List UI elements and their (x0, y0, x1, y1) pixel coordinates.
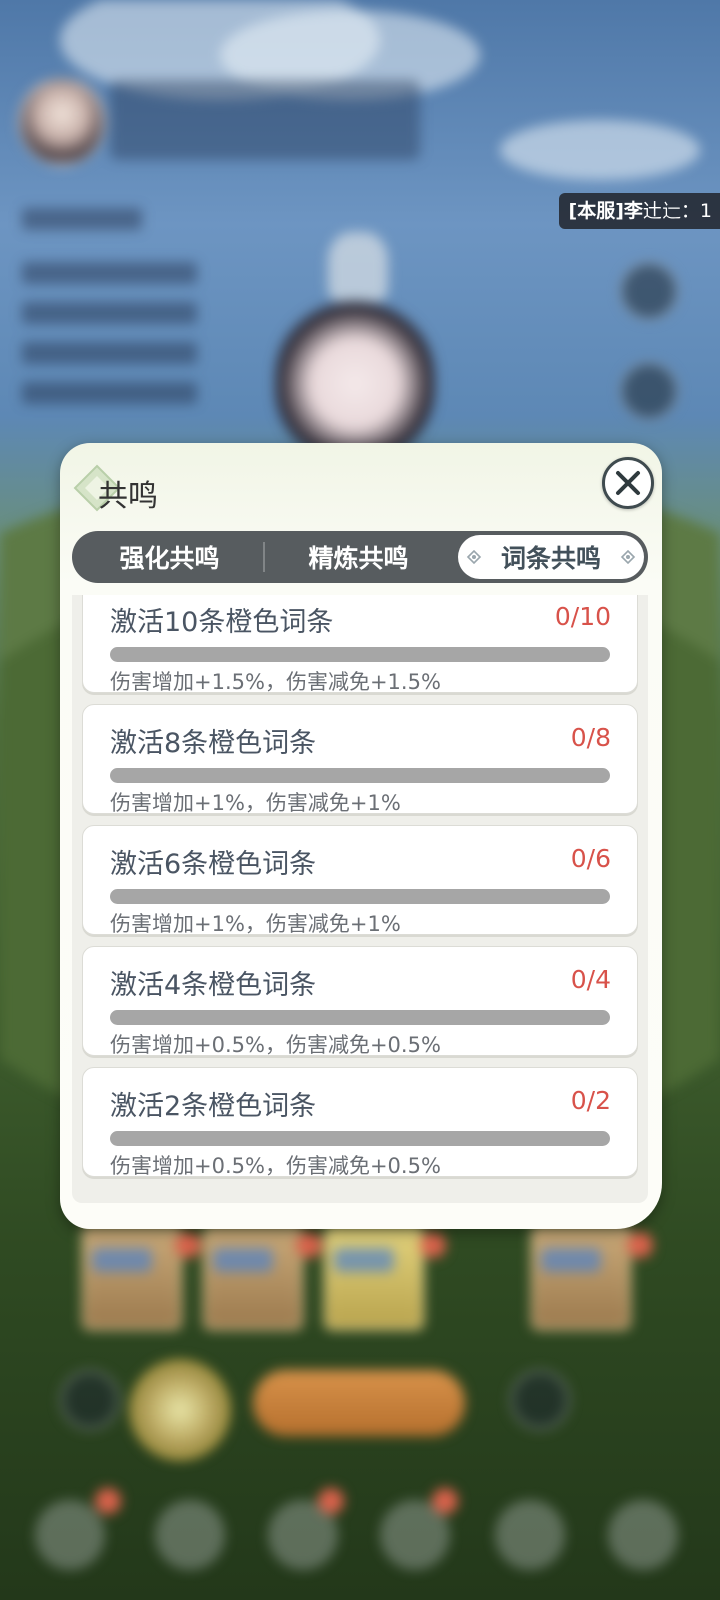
item-count: 0/6 (570, 844, 611, 873)
tab-refine-resonance[interactable]: 精炼共鸣 (265, 535, 452, 579)
item-effect: 伤害增加+1%，伤害减免+1% (110, 912, 401, 936)
list-item: 激活8条橙色词条 0/8 伤害增加+1%，伤害减免+1% (82, 704, 638, 815)
resonance-dialog: 共鸣 强化共鸣 精炼共鸣 词条共鸣 激活10条橙色词条 0/10 伤害增加+1.… (60, 443, 662, 1229)
progress-bar (110, 1131, 610, 1146)
list-item: 激活6条橙色词条 0/6 伤害增加+1%，伤害减免+1% (82, 825, 638, 936)
progress-bar (110, 889, 610, 904)
tab-label: 精炼共鸣 (308, 544, 409, 573)
close-icon (616, 471, 640, 495)
item-title: 激活2条橙色词条 (110, 1091, 317, 1122)
chat-channel-prefix: [本服]李 (568, 200, 643, 222)
progress-bar (110, 647, 610, 662)
item-effect: 伤害增加+1.5%，伤害减免+1.5% (110, 670, 441, 694)
item-effect: 伤害增加+0.5%，伤害减免+0.5% (110, 1033, 441, 1057)
close-button[interactable] (602, 457, 654, 509)
list-item: 激活2条橙色词条 0/2 伤害增加+0.5%，伤害减免+0.5% (82, 1067, 638, 1178)
resonance-tabs: 强化共鸣 精炼共鸣 词条共鸣 (72, 531, 648, 583)
tab-label: 词条共鸣 (500, 544, 601, 573)
list-item: 激活10条橙色词条 0/10 伤害增加+1.5%，伤害减免+1.5% (82, 595, 638, 694)
progress-bar (110, 1010, 610, 1025)
world-chat-ticker[interactable]: [本服]李辻辷：1 (558, 193, 720, 229)
tab-label: 强化共鸣 (119, 544, 220, 573)
item-effect: 伤害增加+1%，伤害减免+1% (110, 791, 401, 815)
list-item: 激活4条橙色词条 0/4 伤害增加+0.5%，伤害减免+0.5% (82, 946, 638, 1057)
progress-bar (110, 768, 610, 783)
item-count: 0/4 (570, 965, 611, 994)
item-effect: 伤害增加+0.5%，伤害减免+0.5% (110, 1154, 441, 1178)
tab-diamond-deco-icon (466, 550, 482, 564)
tab-enhance-resonance[interactable]: 强化共鸣 (76, 535, 263, 579)
tab-diamond-deco-icon (620, 550, 636, 564)
item-title: 激活8条橙色词条 (110, 728, 317, 759)
dialog-title: 共鸣 (98, 479, 158, 514)
tab-affix-resonance[interactable]: 词条共鸣 (458, 535, 644, 579)
item-count: 0/10 (554, 602, 611, 631)
item-title: 激活10条橙色词条 (110, 607, 334, 638)
item-count: 0/2 (570, 1086, 611, 1115)
item-count: 0/8 (570, 723, 611, 752)
item-title: 激活4条橙色词条 (110, 970, 317, 1001)
chat-message: 辻辷：1 (642, 200, 712, 222)
resonance-list[interactable]: 激活10条橙色词条 0/10 伤害增加+1.5%，伤害减免+1.5% 激活8条橙… (72, 595, 648, 1203)
item-title: 激活6条橙色词条 (110, 849, 317, 880)
